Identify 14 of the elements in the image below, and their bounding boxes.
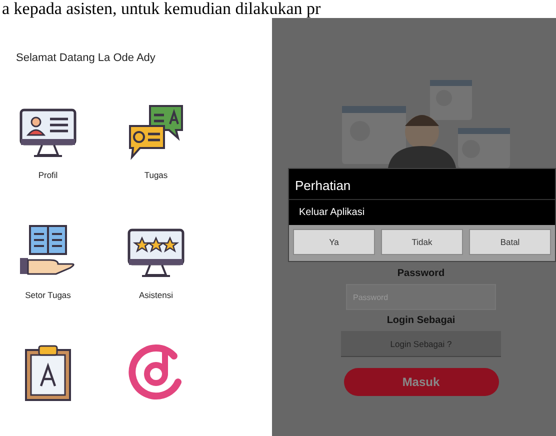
menu-label[interactable]: Profil [38,170,58,180]
menu-label[interactable]: Setor Tugas [25,290,71,300]
dialog-button[interactable]: Ya [293,229,375,255]
menu-label[interactable]: Tugas [144,170,168,180]
dialog-title: Perhatian [289,169,555,200]
dialog-message: Keluar Aplikasi [298,206,366,220]
login-role-label: Login Sebagai [386,315,456,326]
speech-bubbles-icon[interactable] [126,102,186,162]
document-text: a kepada asisten, untuk kemudian dilakukan pr [1,0,322,18]
menu-label[interactable]: Asistensi [138,290,173,300]
password-label: Password [397,268,445,279]
dialog-button[interactable]: Tidak [381,229,463,255]
dialog-button[interactable]: Batal [469,229,551,255]
greeting: Selamat Datang La Ode Ady [16,52,156,64]
